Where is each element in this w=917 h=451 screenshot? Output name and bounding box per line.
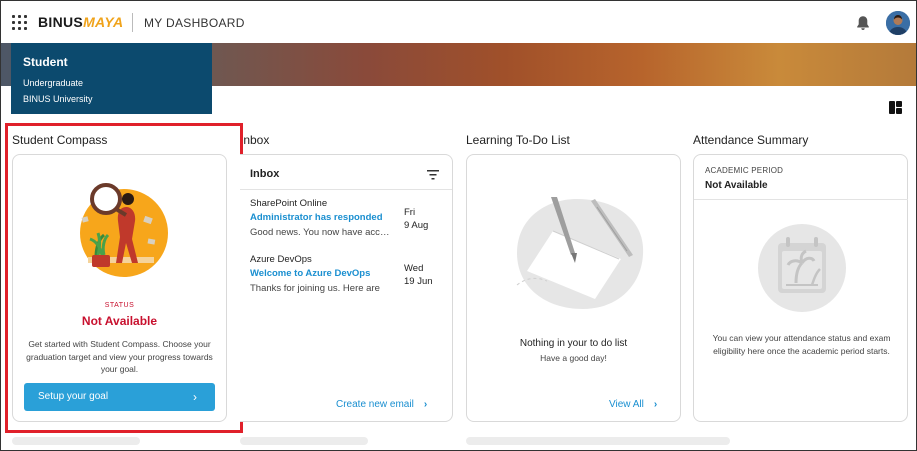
inbox-card-title: Inbox bbox=[250, 168, 280, 180]
layout-toggle-icon[interactable] bbox=[889, 101, 902, 114]
page-title: MY DASHBOARD bbox=[144, 16, 245, 30]
profile-institution: BINUS University bbox=[23, 94, 93, 104]
binusmaya-logo[interactable]: BINUSMAYA bbox=[38, 14, 123, 30]
top-bar: BINUSMAYA MY DASHBOARD bbox=[1, 1, 916, 43]
message-date: Wed 19 Jun bbox=[404, 263, 433, 287]
placeholder-bar bbox=[12, 437, 140, 445]
message-subject: Administrator has responded bbox=[250, 212, 383, 223]
header-divider bbox=[132, 13, 133, 32]
message-subject: Welcome to Azure DevOps bbox=[250, 268, 371, 279]
profile-level: Undergraduate bbox=[23, 78, 84, 88]
message-date: Fri 9 Aug bbox=[404, 207, 429, 231]
profile-role: Student bbox=[23, 55, 68, 69]
academic-period-label: ACADEMIC PERIOD bbox=[705, 166, 784, 175]
placeholder-bar bbox=[240, 437, 368, 445]
apps-grid-icon[interactable] bbox=[12, 15, 27, 30]
inbox-section-title: Inbox bbox=[240, 133, 270, 147]
view-all-link[interactable]: View All › bbox=[609, 399, 657, 410]
avatar[interactable] bbox=[886, 11, 910, 35]
chevron-right-icon: › bbox=[423, 399, 428, 410]
filter-icon[interactable] bbox=[427, 170, 439, 180]
message-preview: Thanks for joining us. Here are bbox=[250, 283, 380, 294]
inbox-divider bbox=[240, 189, 452, 190]
inbox-card: Inbox SharePoint Online Administrator ha… bbox=[240, 154, 453, 422]
create-new-email-link[interactable]: Create new email › bbox=[336, 399, 427, 410]
learning-todo-card: Nothing in your to do list Have a good d… bbox=[466, 154, 681, 422]
calendar-beach-icon bbox=[758, 224, 846, 312]
attendance-divider bbox=[694, 199, 908, 200]
attendance-summary-card: ACADEMIC PERIOD Not Available You can vi… bbox=[693, 154, 908, 422]
inbox-message[interactable]: SharePoint Online Administrator has resp… bbox=[250, 197, 445, 239]
chevron-right-icon: › bbox=[653, 399, 658, 410]
attendance-description: You can view your attendance status and … bbox=[712, 333, 891, 356]
todo-empty-title: Nothing in your to do list bbox=[519, 338, 628, 349]
empty-todo-illustration bbox=[516, 197, 644, 309]
bell-icon[interactable] bbox=[856, 15, 870, 31]
todo-section-title: Learning To-Do List bbox=[466, 133, 570, 147]
academic-period-value: Not Available bbox=[705, 180, 768, 191]
inbox-message[interactable]: Azure DevOps Welcome to Azure DevOps Tha… bbox=[250, 253, 445, 295]
todo-empty-subtitle: Have a good day! bbox=[540, 353, 607, 363]
message-preview: Good news. You now have access bbox=[250, 227, 392, 238]
placeholder-bar bbox=[466, 437, 730, 445]
profile-card: Student Undergraduate BINUS University bbox=[11, 43, 212, 114]
attendance-section-title: Attendance Summary bbox=[693, 133, 809, 147]
compass-highlight-box bbox=[5, 123, 243, 433]
